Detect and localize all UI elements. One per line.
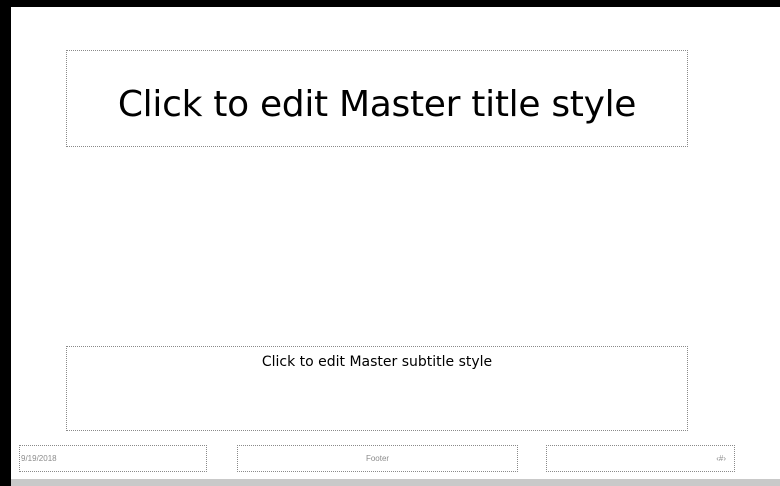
date-placeholder[interactable]: 9/19/2018 bbox=[19, 445, 207, 472]
canvas-bottom-edge bbox=[11, 479, 780, 486]
footer-placeholder[interactable]: Footer bbox=[237, 445, 518, 472]
slide-number-placeholder[interactable]: ‹#› bbox=[546, 445, 735, 472]
footer-text: Footer bbox=[365, 454, 390, 463]
window-frame-top bbox=[0, 0, 780, 7]
subtitle-placeholder-text: Click to edit Master subtitle style bbox=[261, 354, 493, 370]
slide-number-text: ‹#› bbox=[716, 454, 726, 463]
title-placeholder[interactable]: Click to edit Master title style bbox=[66, 50, 688, 147]
title-placeholder-text: Click to edit Master title style bbox=[117, 84, 637, 125]
editor-screen: Click to edit Master title style Click t… bbox=[0, 0, 780, 486]
date-text: 9/19/2018 bbox=[21, 454, 57, 463]
subtitle-placeholder[interactable]: Click to edit Master subtitle style bbox=[66, 346, 688, 431]
window-frame-left bbox=[0, 0, 11, 486]
slide-master-canvas[interactable]: Click to edit Master title style Click t… bbox=[11, 7, 780, 479]
